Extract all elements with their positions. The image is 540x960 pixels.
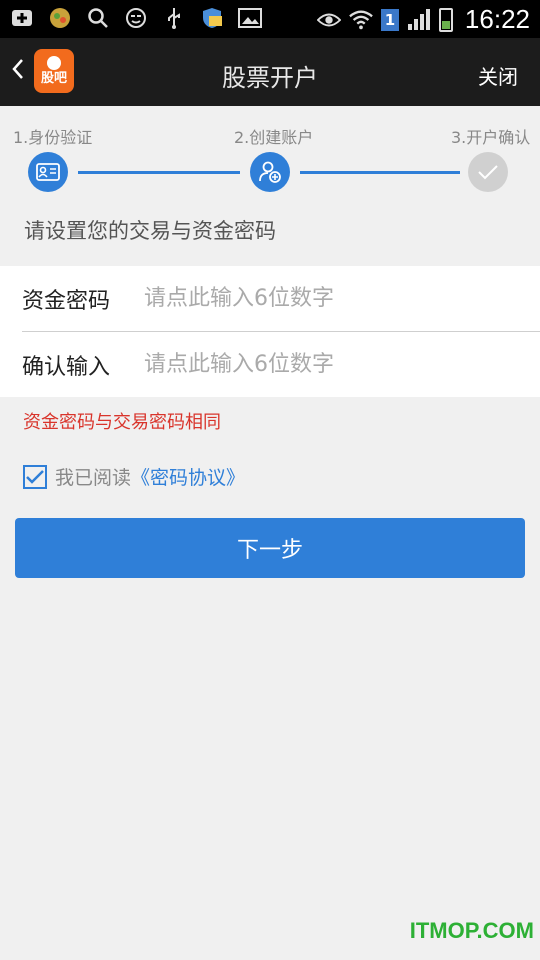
- step-2-circle: [250, 152, 290, 192]
- sim-number: 1: [380, 8, 399, 31]
- face-icon: [124, 6, 148, 30]
- fund-password-row: 资金密码: [0, 266, 540, 331]
- confirm-password-input[interactable]: [142, 351, 506, 378]
- wifi-icon: [349, 8, 373, 32]
- agreement-text: 我已阅读: [55, 467, 132, 489]
- step-connector-1: [78, 171, 240, 174]
- password-agreement-link[interactable]: 《密码协议》: [131, 463, 245, 490]
- search-icon: [86, 6, 110, 30]
- add-user-icon: [259, 161, 281, 183]
- fund-password-label: 资金密码: [22, 288, 111, 314]
- status-right-icons: 1 16:22: [316, 4, 530, 35]
- step-label-identity: 1.身份验证: [13, 128, 93, 147]
- next-step-button[interactable]: 下一步: [15, 518, 525, 578]
- id-card-icon: [36, 163, 60, 181]
- warning-text: 资金密码与交易密码相同: [23, 412, 221, 433]
- add-icon: [10, 6, 34, 30]
- confirm-password-row: 确认输入: [0, 332, 540, 397]
- step-label-confirm: 3.开户确认: [451, 128, 531, 147]
- agreement-checkbox[interactable]: [23, 464, 47, 489]
- agreement-row: 我已阅读 《密码协议》: [23, 463, 245, 490]
- close-button[interactable]: 关闭: [478, 61, 518, 90]
- usb-icon: [162, 6, 186, 30]
- form-hint: 请设置您的交易与资金密码: [24, 219, 276, 243]
- status-left-icons: [10, 6, 262, 30]
- step-3-circle: [468, 152, 508, 192]
- checkmark-icon: [26, 469, 44, 484]
- eye-icon: [316, 8, 341, 32]
- confirm-password-label: 确认输入: [22, 354, 111, 380]
- password-form: 资金密码 确认输入: [0, 266, 540, 397]
- step-label-create-account: 2.创建账户: [234, 128, 314, 147]
- status-bar: 1 16:22: [0, 0, 540, 38]
- step-connector-2: [300, 171, 460, 174]
- signal-icon: [407, 8, 431, 32]
- battery-icon: [438, 7, 453, 32]
- progress-steps: 1.身份验证 2.创建账户 3.开户确认: [0, 106, 540, 206]
- image-icon: [238, 6, 262, 30]
- fund-password-input[interactable]: [142, 285, 506, 312]
- app-header: 股吧 股票开户 关闭: [0, 38, 540, 106]
- check-icon: [478, 165, 498, 180]
- clock: 16:22: [464, 4, 530, 34]
- step-1-circle: [28, 152, 68, 192]
- site-watermark: ITMOP.COM: [409, 918, 534, 943]
- shield-mail-icon: [200, 6, 224, 30]
- page-title: 股票开户: [222, 64, 318, 92]
- app-game-icon: [48, 6, 72, 30]
